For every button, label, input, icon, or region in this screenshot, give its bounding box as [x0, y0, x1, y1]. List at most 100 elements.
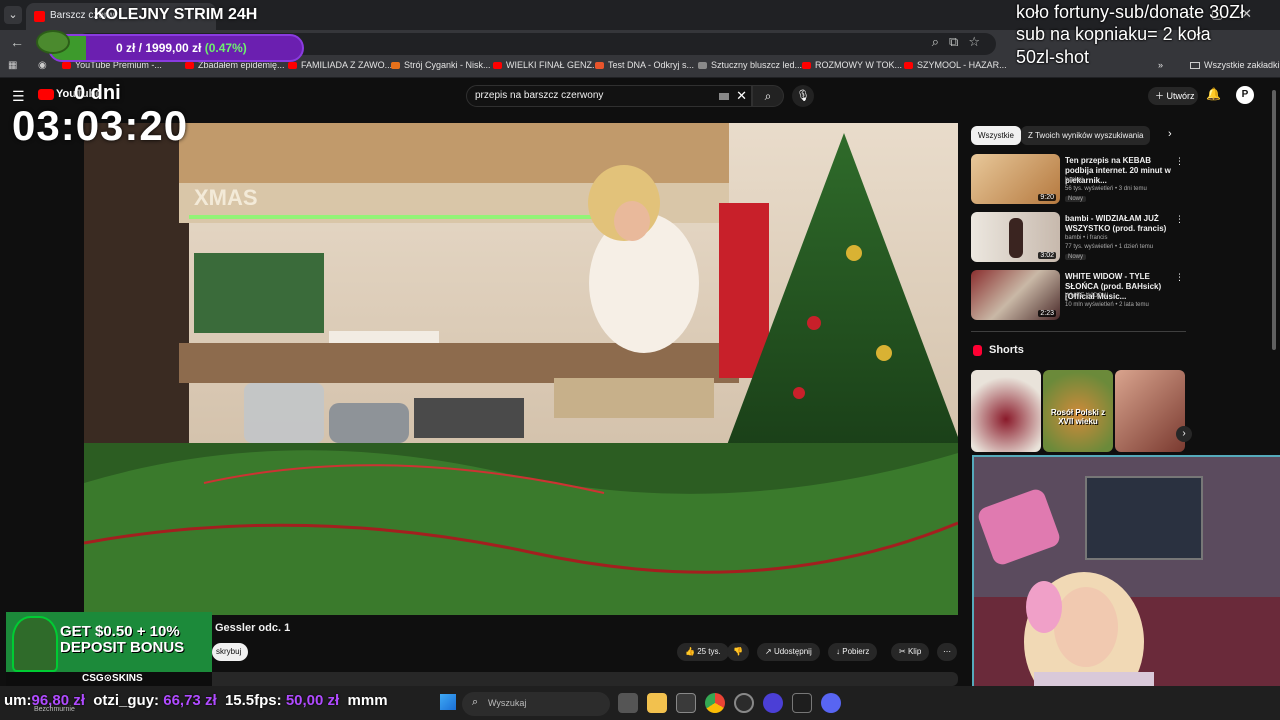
- shorts-icon: [973, 345, 982, 356]
- recommendation-item[interactable]: 3:02 bambi - WIDZIAŁAM JUŻ WSZYSTKO (pro…: [971, 212, 1186, 264]
- divider: [971, 331, 1186, 332]
- shop-icon: [698, 62, 707, 70]
- new-badge: Nowy: [1065, 254, 1087, 260]
- promo-line: koło fortuny-sub/donate 30Zł: [1016, 2, 1245, 22]
- thumbs-up-icon: 👍: [685, 647, 698, 656]
- shorts-heading: Shorts: [989, 344, 1024, 356]
- video-player[interactable]: XMAS: [84, 123, 958, 615]
- like-button[interactable]: 👍 25 tys.: [677, 643, 729, 661]
- bookmark-item[interactable]: FAMILIADA Z ZAWO...: [288, 60, 392, 70]
- video-title: Gessler odc. 1: [215, 622, 291, 634]
- duration-badge: 3:02: [1038, 252, 1056, 259]
- taskbar-search[interactable]: ⌕ Wyszukaj: [462, 692, 610, 716]
- search-input[interactable]: przepis na barszcz czerwony ✕: [466, 85, 752, 107]
- search-icon: ⌕: [764, 89, 772, 103]
- thumbs-down-icon: 👎: [733, 647, 743, 656]
- back-icon[interactable]: ←: [10, 34, 24, 50]
- youtube-icon: [493, 62, 502, 70]
- avatar[interactable]: P: [1236, 86, 1254, 104]
- bookmark-item[interactable]: Test DNA - Odkryj s...: [595, 60, 694, 70]
- video-thumbnail[interactable]: 3:02: [971, 212, 1060, 262]
- page-scrollbar[interactable]: [1272, 90, 1276, 350]
- dislike-button[interactable]: 👎: [727, 643, 749, 661]
- all-bookmarks-folder[interactable]: Wszystkie zakładki: [1190, 60, 1280, 70]
- channel-name[interactable]: bonkol: [1065, 177, 1083, 183]
- recommendation-item[interactable]: 9:20 Ten przepis na KEBAB podbija intern…: [971, 154, 1186, 206]
- tab-search-button[interactable]: ⌄: [4, 6, 22, 24]
- stream-timer: 03:03:20: [12, 102, 189, 149]
- more-bookmarks-chevron[interactable]: »: [1158, 60, 1163, 70]
- more-vertical-icon[interactable]: ⋮: [1175, 272, 1184, 283]
- bookmark-item[interactable]: WIELKI FINAŁ GENZ...: [493, 60, 600, 70]
- clip-button[interactable]: ✂ Klip: [891, 643, 930, 661]
- description-box[interactable]: [84, 672, 958, 686]
- video-meta: 56 tys. wyświetleń • 3 dni temu: [1065, 186, 1147, 192]
- share-icon: ↗: [765, 647, 774, 656]
- donation-goal-text: 0 zł / 1999,00 zł (0.47%): [116, 41, 247, 55]
- more-vertical-icon[interactable]: ⋮: [1175, 214, 1184, 225]
- bookmark-item[interactable]: Sztuczny bluszcz led...: [698, 60, 802, 70]
- short-thumbnail[interactable]: [971, 370, 1041, 452]
- taskbar-search-placeholder: Wyszukaj: [488, 698, 527, 708]
- frog-emote-icon: [36, 30, 70, 54]
- bookmark-item[interactable]: SZYMOOL - HAZAR...: [904, 60, 1007, 70]
- short-thumbnail[interactable]: Rosół Polski z XVII wieku: [1043, 370, 1113, 452]
- search-button[interactable]: ⌕: [752, 85, 784, 107]
- bookmark-item[interactable]: ROZMOWY W TOK...: [802, 60, 902, 70]
- channel-name[interactable]: bambi • i francis: [1065, 235, 1107, 241]
- keyboard-icon[interactable]: [719, 93, 729, 100]
- share-button[interactable]: ↗ Udostępnij: [757, 643, 820, 661]
- file-explorer-icon[interactable]: [647, 693, 667, 713]
- webcam-image: [974, 457, 1280, 720]
- more-actions-button[interactable]: ⋯: [937, 643, 957, 661]
- microphone-icon: 🎙: [796, 90, 810, 102]
- search-query[interactable]: przepis na barszcz czerwony: [475, 90, 603, 101]
- youtube-favicon-icon: [34, 11, 45, 22]
- youtube-logo-icon[interactable]: [38, 89, 54, 100]
- video-frame-kitchen-scene: XMAS: [84, 123, 958, 615]
- download-button[interactable]: ↓ Pobierz: [828, 643, 878, 661]
- more-vertical-icon[interactable]: ⋮: [1175, 156, 1184, 167]
- discord-icon[interactable]: [821, 693, 841, 713]
- task-view-icon[interactable]: [618, 693, 638, 713]
- clear-search-icon[interactable]: ✕: [736, 88, 747, 104]
- windows-start-icon[interactable]: [440, 694, 456, 710]
- sponsor-ad-banner: GET $0.50 + 10% DEPOSIT BONUS CSG⊙SKINS: [6, 612, 212, 686]
- video-thumbnail[interactable]: 9:20: [971, 154, 1060, 204]
- create-button[interactable]: ＋ Utwórz: [1148, 87, 1198, 105]
- store-icon[interactable]: [676, 693, 696, 713]
- video-meta: 77 tys. wyświetleń • 1 dzień temu: [1065, 244, 1154, 250]
- chevron-right-icon: ›: [1182, 428, 1186, 439]
- chip-all[interactable]: Wszystkie: [971, 126, 1021, 145]
- ad-mascot: [12, 616, 58, 672]
- recommendation-item[interactable]: 2:23 WHITE WIDOW - TYLE SŁOŃCA (prod. BA…: [971, 270, 1186, 322]
- notifications-bell-icon[interactable]: 🔔: [1206, 87, 1221, 101]
- promo-line: sub na kopniaku= 2 koła: [1016, 24, 1211, 44]
- short-thumbnail[interactable]: [1115, 370, 1185, 452]
- youtube-icon: [288, 62, 297, 70]
- bookmark-item[interactable]: Strój Cyganki - Nisk...: [391, 60, 491, 70]
- new-badge: Nowy: [1065, 196, 1087, 202]
- chevron-right-icon[interactable]: ›: [1168, 128, 1172, 140]
- plus-icon: ＋: [1155, 91, 1167, 101]
- youtube-header: ☰ YouTube przepis na barszcz czerwony ✕ …: [0, 78, 1280, 114]
- ad-headline: GET $0.50 + 10% DEPOSIT BONUS: [60, 623, 185, 656]
- terminal-icon[interactable]: [792, 693, 812, 713]
- channel-name[interactable]: WHITE WIDOW: [1065, 293, 1108, 299]
- video-thumbnail[interactable]: 2:23: [971, 270, 1060, 320]
- youtube-icon: [62, 62, 71, 70]
- address-bar-actions[interactable]: ⌕⧉☆: [932, 34, 990, 50]
- obs-icon[interactable]: [734, 693, 754, 713]
- recommendation-title[interactable]: bambi - WIDZIAŁAM JUŻ WSZYSTKO (prod. fr…: [1065, 214, 1177, 234]
- chrome-icon[interactable]: [705, 693, 725, 713]
- ad-brand-logo: CSG⊙SKINS: [82, 673, 143, 684]
- chip-from-search[interactable]: Z Twoich wyników wyszukiwania: [1021, 126, 1151, 145]
- duration-badge: 9:20: [1038, 194, 1056, 201]
- app-icon[interactable]: [763, 693, 783, 713]
- voice-search-button[interactable]: 🎙: [792, 85, 814, 107]
- bookmark-favicon-icon[interactable]: ◉: [38, 60, 47, 71]
- apps-grid-icon[interactable]: ▦: [8, 60, 17, 71]
- subscribe-button[interactable]: skrybuj: [212, 643, 248, 661]
- shorts-next-button[interactable]: ›: [1176, 426, 1192, 442]
- video-meta: 10 mln wyświetleń • 2 lata temu: [1065, 302, 1149, 308]
